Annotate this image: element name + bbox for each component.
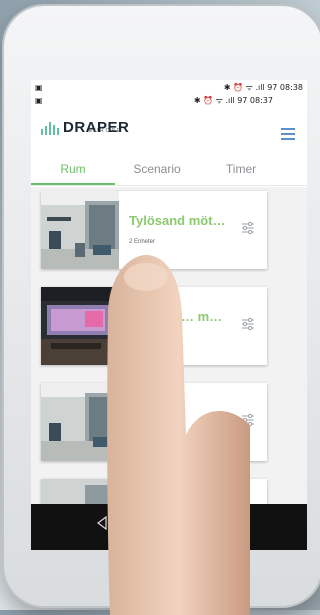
status-bar: ▣ ✱ ⏰ ᯤ .ıll 97 08:38 bbox=[31, 80, 307, 94]
brand-subtitle: EUROPE bbox=[89, 128, 123, 134]
status-bar-secondary: ▣ ✱ ⏰ ᯤ .ıll 97 08:37 bbox=[31, 94, 307, 106]
screenshot-icon: ▣ bbox=[35, 96, 43, 105]
screenshot-icon: ▣ bbox=[35, 83, 43, 92]
tab-bar: Rum Scenario Timer bbox=[31, 160, 307, 186]
room-title: Tylösand möt… bbox=[129, 213, 226, 228]
hand-overlay bbox=[107, 255, 250, 615]
tab-scenario[interactable]: Scenario bbox=[115, 160, 199, 184]
status-right: ✱ ⏰ ᯤ .ıll 97 08:38 bbox=[223, 83, 303, 92]
tab-timer[interactable]: Timer bbox=[199, 160, 283, 184]
status-right: ✱ ⏰ ᯤ .ıll 97 08:37 bbox=[193, 96, 273, 105]
tab-divider bbox=[31, 185, 307, 186]
tab-rum[interactable]: Rum bbox=[31, 160, 115, 184]
device-count: 2 Enheter bbox=[129, 239, 156, 245]
app-header: DRAPER EUROPE bbox=[31, 108, 307, 154]
hamburger-icon[interactable] bbox=[281, 128, 295, 140]
logo-mark-icon bbox=[41, 122, 59, 135]
sliders-icon[interactable] bbox=[241, 221, 255, 235]
